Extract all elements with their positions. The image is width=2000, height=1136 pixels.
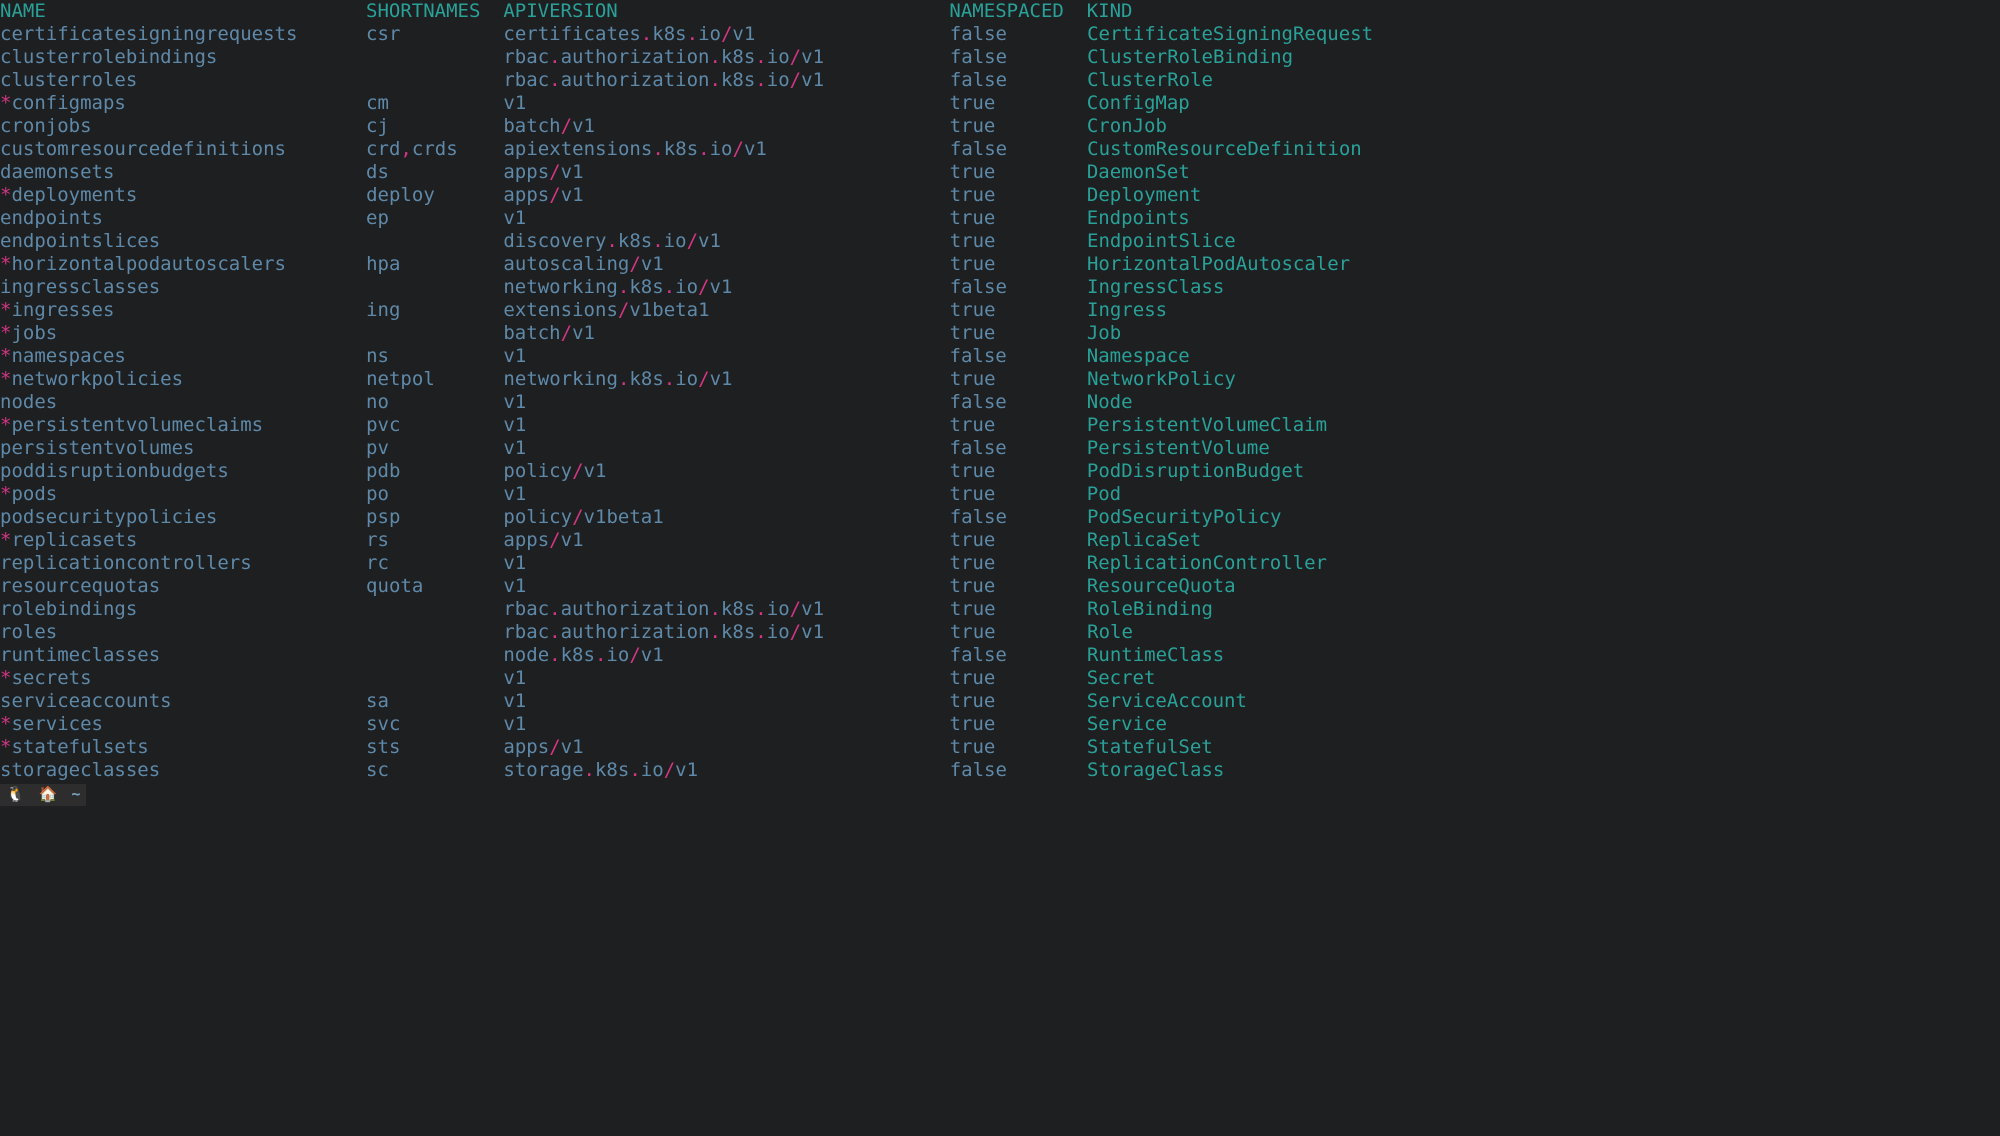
table-row: replicationcontrollers rc v1 true Replic… — [0, 552, 1327, 574]
table-row: serviceaccounts sa v1 true ServiceAccoun… — [0, 690, 1247, 712]
table-row: *services svc v1 true Service — [0, 713, 1167, 735]
table-row: nodes no v1 false Node — [0, 391, 1133, 413]
table-row: *horizontalpodautoscalers hpa autoscalin… — [0, 253, 1350, 275]
tux-icon: 🐧 — [6, 783, 25, 806]
table-row: *pods po v1 true Pod — [0, 483, 1121, 505]
table-row: rolebindings rbac.authorization.k8s.io/v… — [0, 598, 1213, 620]
cwd-tilde: ~ — [71, 783, 80, 806]
table-row: *jobs batch/v1 true Job — [0, 322, 1121, 344]
table-row: storageclasses sc storage.k8s.io/v1 fals… — [0, 759, 1224, 781]
table-row: *namespaces ns v1 false Namespace — [0, 345, 1190, 367]
table-row: endpointslices discovery.k8s.io/v1 true … — [0, 230, 1236, 252]
table-row: customresourcedefinitions crd,crds apiex… — [0, 138, 1362, 160]
table-row: *configmaps cm v1 true ConfigMap — [0, 92, 1190, 114]
table-row: *persistentvolumeclaims pvc v1 true Pers… — [0, 414, 1327, 436]
home-icon: 🏠 — [39, 783, 58, 806]
table-row: *ingresses ing extensions/v1beta1 true I… — [0, 299, 1167, 321]
table-row: podsecuritypolicies psp policy/v1beta1 f… — [0, 506, 1281, 528]
table-row: endpoints ep v1 true Endpoints — [0, 207, 1190, 229]
table-header: NAME SHORTNAMES APIVERSION NAMESPACED KI… — [0, 0, 1132, 22]
table-row: runtimeclasses node.k8s.io/v1 false Runt… — [0, 644, 1224, 666]
table-row: daemonsets ds apps/v1 true DaemonSet — [0, 161, 1190, 183]
table-row: resourcequotas quota v1 true ResourceQuo… — [0, 575, 1236, 597]
table-row: cronjobs cj batch/v1 true CronJob — [0, 115, 1167, 137]
table-row: roles rbac.authorization.k8s.io/v1 true … — [0, 621, 1133, 643]
table-row: clusterroles rbac.authorization.k8s.io/v… — [0, 69, 1213, 91]
table-row: *secrets v1 true Secret — [0, 667, 1155, 689]
table-row: *networkpolicies netpol networking.k8s.i… — [0, 368, 1236, 390]
table-row: poddisruptionbudgets pdb policy/v1 true … — [0, 460, 1304, 482]
table-row: *deployments deploy apps/v1 true Deploym… — [0, 184, 1201, 206]
table-row: certificatesigningrequests csr certifica… — [0, 23, 1373, 45]
terminal-output: NAME SHORTNAMES APIVERSION NAMESPACED KI… — [0, 0, 2000, 782]
table-row: *statefulsets sts apps/v1 true StatefulS… — [0, 736, 1213, 758]
table-row: ingressclasses networking.k8s.io/v1 fals… — [0, 276, 1224, 298]
table-row: *replicasets rs apps/v1 true ReplicaSet — [0, 529, 1201, 551]
table-row: clusterrolebindings rbac.authorization.k… — [0, 46, 1293, 68]
status-bar: 🐧 🏠 ~ — [0, 784, 86, 806]
table-row: persistentvolumes pv v1 false Persistent… — [0, 437, 1270, 459]
